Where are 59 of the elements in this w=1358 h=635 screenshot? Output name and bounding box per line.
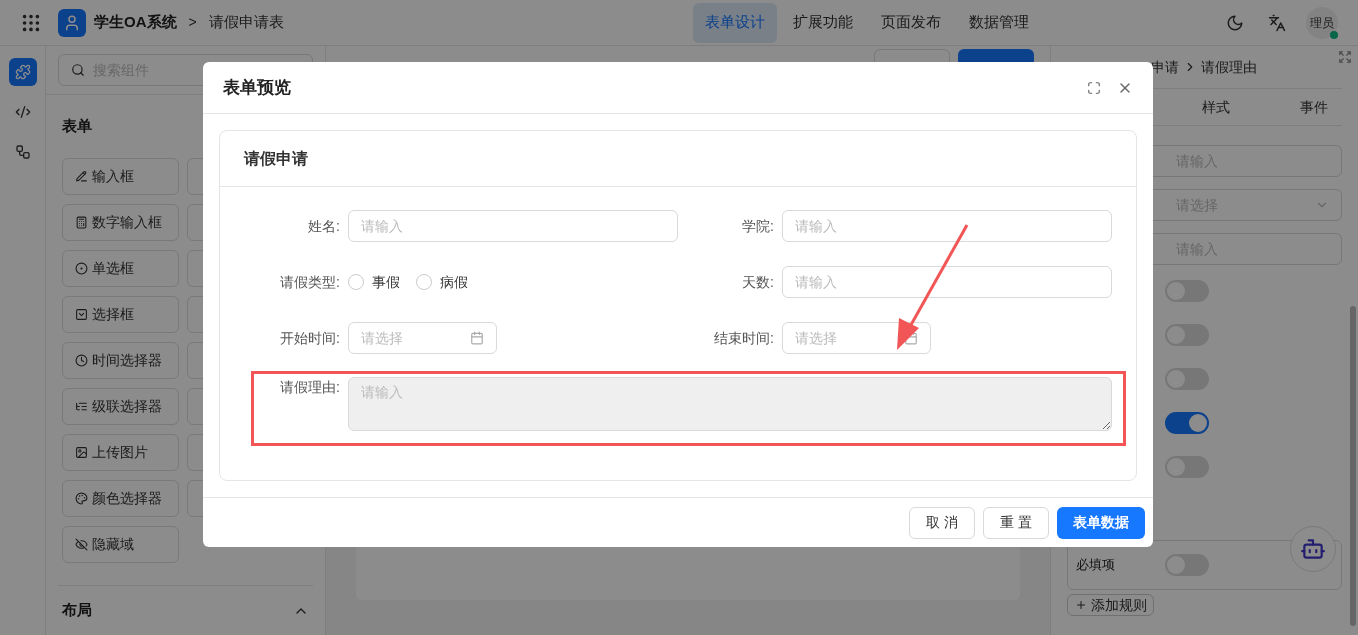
dialog-button[interactable]: 重 置: [983, 506, 1049, 539]
logo-icon: [58, 8, 86, 37]
field-label: 请假理由:: [279, 378, 341, 397]
avatar[interactable]: 理员: [1306, 6, 1338, 39]
nav-tab[interactable]: 页面发布: [869, 2, 954, 43]
field-label: 结束时间:: [713, 328, 775, 348]
fullscreen-icon[interactable]: [1338, 50, 1352, 64]
section-title: 布局: [62, 600, 92, 621]
calendar-icon: [470, 331, 484, 345]
component-button[interactable]: 隐藏域: [62, 525, 179, 563]
pen-icon: [75, 169, 88, 183]
dropdown-icon: [75, 307, 88, 321]
nav-tab[interactable]: 数据管理: [957, 2, 1042, 43]
breadcrumb-item[interactable]: 请假理由: [1201, 56, 1257, 78]
component-button[interactable]: 输入框: [62, 157, 179, 195]
add-rule-button[interactable]: 添加规则: [1067, 594, 1154, 616]
calculator-icon: [75, 215, 88, 229]
component-button[interactable]: 颜色选择器: [62, 479, 179, 517]
palette-icon: [75, 491, 88, 505]
component-button[interactable]: 级联选择器: [62, 387, 179, 425]
image-icon: [75, 445, 88, 459]
eye-off-icon: [75, 537, 88, 551]
component-button[interactable]: 数字输入框: [62, 203, 179, 241]
panel-tab[interactable]: 事件: [1300, 96, 1328, 118]
translate-icon[interactable]: [1268, 13, 1286, 32]
chatbot-button[interactable]: [1290, 526, 1336, 572]
nav-tab[interactable]: 扩展功能: [781, 2, 866, 43]
moon-icon[interactable]: [1226, 13, 1244, 32]
search-icon: [71, 63, 85, 77]
page-title: 请假申请表: [208, 12, 284, 33]
radio-option[interactable]: 事假: [348, 271, 400, 293]
field-label: 天数:: [741, 272, 775, 292]
component-button[interactable]: 上传图片: [62, 433, 179, 471]
panel-tab[interactable]: 样式: [1202, 96, 1230, 118]
field-label: 学院:: [741, 216, 775, 236]
app-name: 学生OA系统: [94, 12, 177, 33]
component-button[interactable]: 选择框: [62, 295, 179, 333]
breadcrumb-separator: >: [188, 13, 197, 32]
rail-button[interactable]: [8, 58, 37, 86]
field-label: 必填项: [1076, 556, 1115, 575]
primary-button[interactable]: 表单数据: [1057, 506, 1145, 539]
radio-icon: [75, 261, 88, 275]
clock-icon: [75, 353, 88, 367]
toggle-switch[interactable]: [1165, 412, 1209, 434]
hierarchy-icon: [14, 144, 31, 160]
puzzle-icon: [14, 64, 31, 80]
field-label: 姓名:: [307, 216, 341, 236]
maximize-icon[interactable]: [1087, 80, 1101, 95]
plus-icon: [1074, 599, 1087, 611]
field-label: 开始时间:: [279, 328, 341, 348]
dialog-button[interactable]: 取 消: [909, 506, 976, 539]
field-label: 请假类型:: [279, 272, 341, 292]
card-title: 请假申请: [244, 148, 308, 169]
component-button[interactable]: 单选框: [62, 249, 179, 287]
breadcrumb-item[interactable]: 申请: [1151, 56, 1179, 78]
component-button[interactable]: 时间选择器: [62, 341, 179, 379]
radio-option[interactable]: 病假: [416, 271, 468, 293]
robot-icon: [1300, 536, 1326, 562]
code-icon: [14, 104, 31, 120]
